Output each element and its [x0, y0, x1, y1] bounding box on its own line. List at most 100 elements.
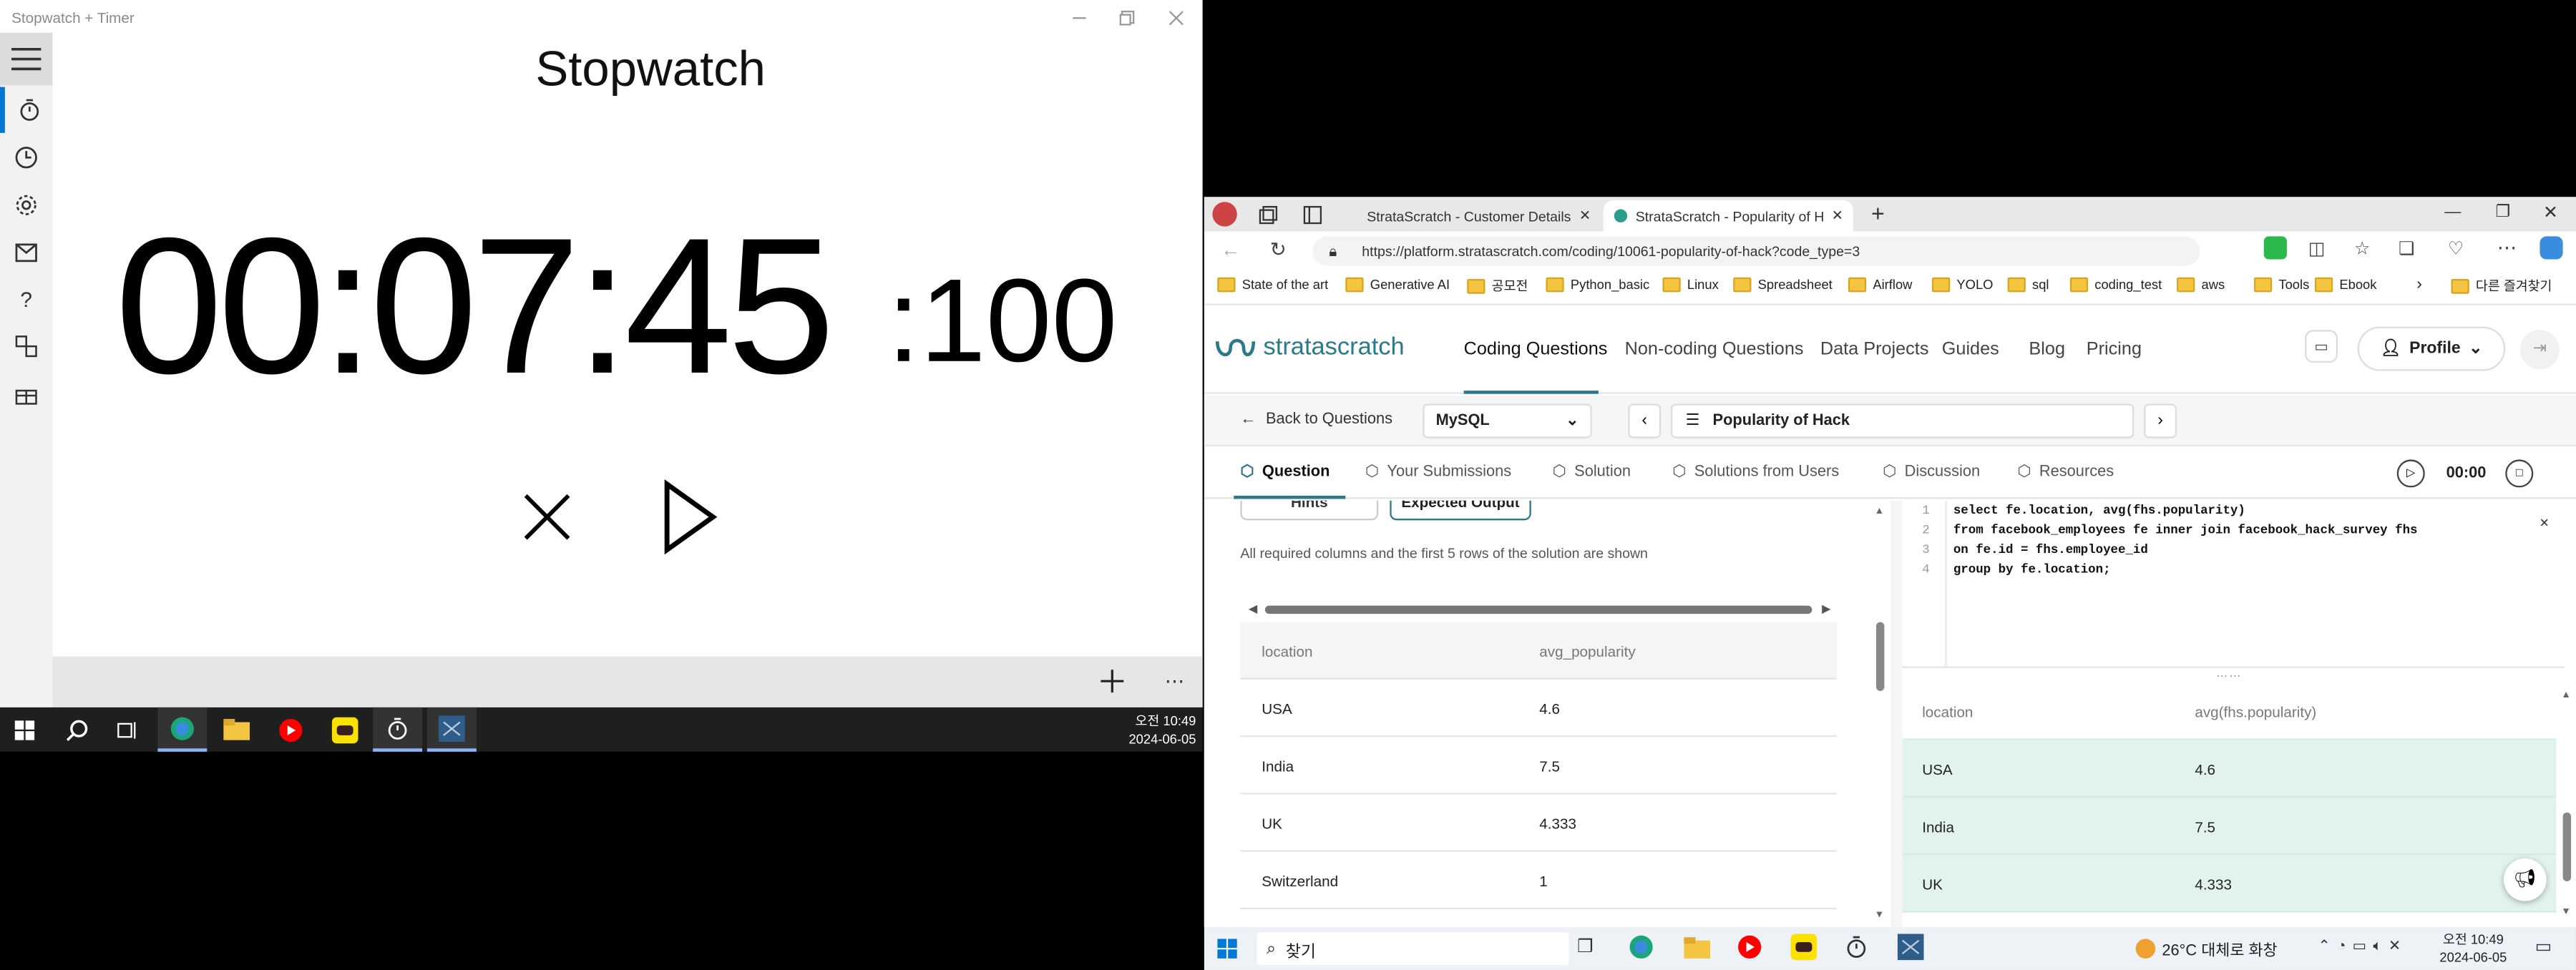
help-icon[interactable]: ?: [0, 275, 52, 321]
bookmark-folder[interactable]: sql: [2007, 277, 2049, 293]
feedback-megaphone-icon[interactable]: 📢︎: [2503, 858, 2547, 901]
stop-timer-icon[interactable]: □: [2505, 459, 2534, 488]
other-favorites-folder[interactable]: 다른 즐겨찾기: [2451, 278, 2552, 295]
screen-icon[interactable]: ▭: [2305, 330, 2338, 363]
bookmark-folder[interactable]: Spreadsheet: [1733, 277, 1833, 293]
favorites-icon[interactable]: ☆: [2354, 238, 2371, 260]
nav-data-projects[interactable]: Data Projects: [1820, 340, 1929, 360]
nav-coding-questions[interactable]: Coding Questions: [1464, 340, 1608, 360]
browser-essentials-icon[interactable]: ♡: [2448, 238, 2464, 260]
file-explorer-icon[interactable]: [1684, 937, 1711, 959]
more-icon[interactable]: ⋯: [2497, 236, 2517, 259]
clock-nav-icon[interactable]: [0, 134, 52, 180]
youtube-icon[interactable]: [1737, 934, 1763, 961]
next-question-button[interactable]: ›: [2144, 403, 2177, 439]
vertical-scrollbar[interactable]: [1875, 622, 1885, 691]
stopwatch-nav-icon[interactable]: [0, 87, 52, 133]
collapse-icon[interactable]: ✕: [2540, 515, 2548, 531]
bookmark-folder[interactable]: coding_test: [2069, 277, 2162, 293]
edge-browser-icon[interactable]: [157, 707, 208, 752]
taskbar-clock[interactable]: 오전 10:49 2024-06-05: [2439, 931, 2507, 966]
workspaces-icon[interactable]: [1259, 205, 1279, 225]
kakaotalk-icon[interactable]: [321, 707, 370, 752]
play-button[interactable]: [662, 479, 718, 555]
bookmark-folder[interactable]: Tools: [2253, 277, 2309, 293]
logo[interactable]: stratascratch: [1214, 333, 1405, 361]
bookmark-folder[interactable]: 공모전: [1467, 278, 1528, 295]
start-windows-icon[interactable]: [1217, 939, 1237, 959]
play-timer-icon[interactable]: ▷: [2396, 459, 2425, 488]
minimize-button[interactable]: —: [2444, 204, 2461, 222]
scroll-down-icon[interactable]: ▼: [2561, 908, 2571, 918]
tab-customer-details[interactable]: StrataScratch - Customer Details ✕: [1349, 200, 1599, 232]
mail-icon[interactable]: [0, 230, 52, 275]
resize-handle[interactable]: ⋯⋯: [2216, 670, 2243, 682]
bookmark-folder[interactable]: Airflow: [1848, 277, 1912, 293]
bookmark-folder[interactable]: State of the art: [1217, 277, 1328, 293]
settings-gear-icon[interactable]: [0, 182, 52, 228]
search-box[interactable]: ⌕ 찾기: [1257, 932, 1569, 966]
bookmark-folder[interactable]: aws: [2177, 277, 2225, 293]
bookmark-folder[interactable]: Linux: [1662, 277, 1719, 293]
nav-pricing[interactable]: Pricing: [2087, 340, 2142, 360]
tab-discussion[interactable]: ⬡ Discussion: [1883, 463, 1980, 481]
vertical-scrollbar[interactable]: [2562, 812, 2572, 882]
profile-avatar[interactable]: [1212, 202, 1237, 227]
youtube-icon[interactable]: [266, 707, 316, 752]
code-editor[interactable]: 1 select fe.location, avg(fhs.popularity)…: [1902, 500, 2565, 668]
stopwatch-app-icon[interactable]: [1845, 936, 1868, 959]
nav-non-coding-questions[interactable]: Non-coding Questions: [1625, 340, 1804, 360]
address-bar[interactable]: 🔒︎ https://platform.stratascratch.com/cod…: [1312, 236, 2200, 266]
restore-button[interactable]: ❐: [2495, 204, 2510, 222]
restore-button[interactable]: [1116, 6, 1138, 29]
task-view-icon[interactable]: ❒: [1577, 936, 1594, 957]
more-bookmarks-chevron-icon[interactable]: ›: [2416, 275, 2422, 293]
question-selector[interactable]: ☰ Popularity of Hack: [1670, 403, 2135, 439]
bookmark-folder[interactable]: Python_basic: [1546, 277, 1649, 293]
reset-button[interactable]: [521, 491, 573, 543]
apps-icon[interactable]: [0, 323, 52, 369]
panel-divider[interactable]: [1890, 500, 1903, 928]
bookmark-folder[interactable]: Generative AI: [1345, 277, 1450, 293]
nav-blog[interactable]: Blog: [2029, 340, 2065, 360]
start-windows-icon[interactable]: [0, 707, 49, 752]
stopwatch-app-icon[interactable]: [373, 707, 423, 752]
vscode-icon[interactable]: [426, 707, 477, 752]
tab-your-submissions[interactable]: ⬡ Your Submissions: [1365, 463, 1511, 481]
new-tab-button[interactable]: +: [1871, 200, 1885, 227]
scroll-right-icon[interactable]: ▶: [1822, 602, 1830, 615]
tab-actions-icon[interactable]: [1303, 205, 1323, 225]
copilot-icon[interactable]: [2540, 236, 2563, 260]
minimize-button[interactable]: [1068, 6, 1091, 29]
hints-button[interactable]: Hints: [1240, 500, 1379, 521]
expected-output-button[interactable]: Expected Output: [1390, 500, 1531, 521]
tab-solution[interactable]: ⬡ Solution: [1553, 463, 1631, 481]
scroll-up-icon[interactable]: ▲: [2561, 691, 2571, 701]
back-arrow-icon[interactable]: ←: [1221, 238, 1241, 261]
tab-solutions-from-users[interactable]: ⬡ Solutions from Users: [1672, 463, 1839, 481]
horizontal-scrollbar[interactable]: [1264, 605, 1813, 614]
bookmark-folder[interactable]: YOLO: [1931, 277, 1993, 293]
system-tray-icons[interactable]: ⌃◔▭🔈︎✕: [2318, 937, 2408, 955]
edge-browser-icon[interactable]: [1628, 934, 1654, 961]
kakaotalk-icon[interactable]: [1790, 934, 1818, 961]
extension-icon[interactable]: [2263, 236, 2287, 260]
add-icon[interactable]: [1101, 670, 1124, 693]
file-explorer-icon[interactable]: [212, 707, 261, 752]
taskbar-clock[interactable]: 오전 10:49 2024-06-05: [1128, 712, 1196, 748]
collections-icon[interactable]: ❏: [2399, 238, 2415, 260]
nav-guides[interactable]: Guides: [1942, 340, 1999, 360]
search-icon[interactable]: [52, 707, 102, 752]
language-select[interactable]: MySQL ⌄: [1423, 403, 1592, 439]
close-button[interactable]: [1165, 6, 1188, 29]
tab-popularity-of-hack[interactable]: StrataScratch - Popularity of Hack✕: [1603, 200, 1853, 232]
notifications-icon[interactable]: ▭: [2535, 936, 2552, 957]
back-to-questions-link[interactable]: ← Back to Questions: [1240, 411, 1392, 428]
tab-question[interactable]: ⬡ Question: [1240, 463, 1330, 481]
hamburger-menu-icon[interactable]: [0, 32, 53, 86]
more-options-icon[interactable]: ⋯: [1165, 670, 1185, 692]
refresh-icon[interactable]: ↻: [1270, 238, 1287, 261]
gift-icon[interactable]: [0, 371, 52, 417]
profile-button[interactable]: 👤︎ Profile ⌄: [2357, 326, 2506, 371]
scroll-down-icon[interactable]: ▼: [1875, 911, 1885, 921]
